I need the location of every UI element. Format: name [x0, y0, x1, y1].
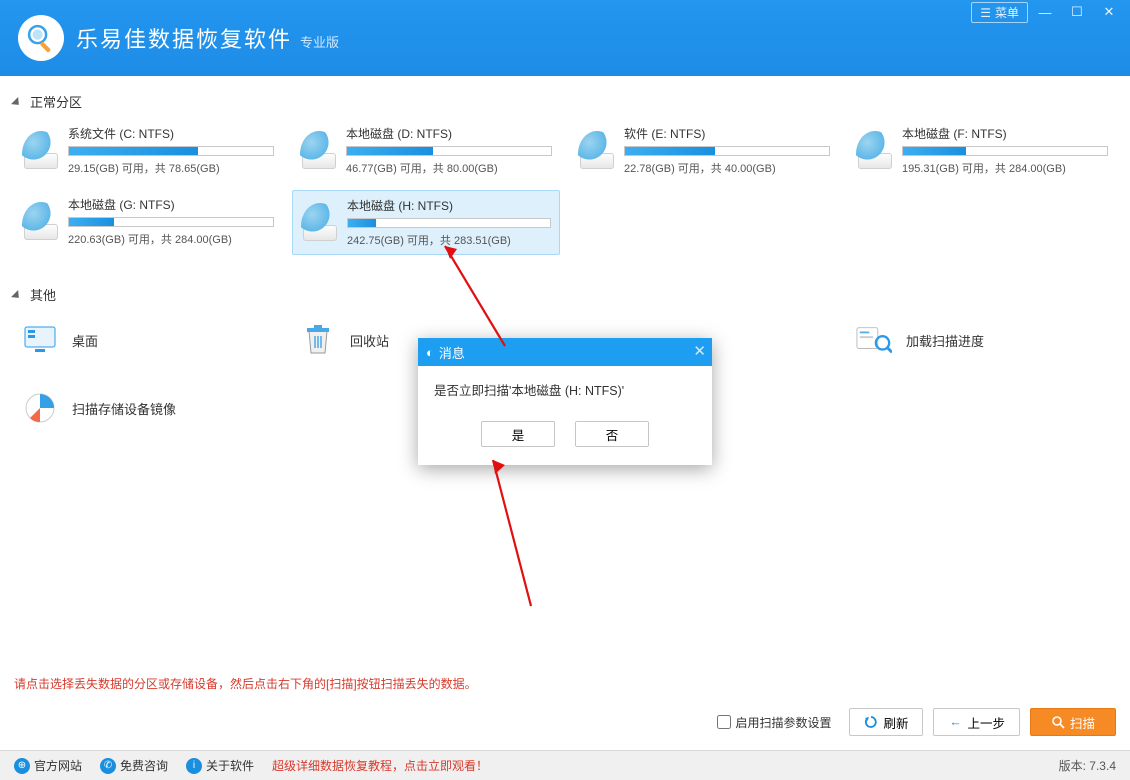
drive-stat: 220.63(GB) 可用，共 284.00(GB) — [68, 231, 274, 247]
scan-image-icon — [22, 390, 58, 426]
drive-item[interactable]: 本地磁盘 (G: NTFS) 220.63(GB) 可用，共 284.00(GB… — [14, 190, 282, 255]
chat-icon: ✆ — [100, 758, 116, 774]
drive-icon — [301, 203, 339, 241]
app-title: 乐易佳数据恢复软件 — [76, 22, 292, 54]
footer-link-consult[interactable]: ✆免费咨询 — [100, 757, 168, 774]
drive-name: 软件 (E: NTFS) — [624, 125, 830, 142]
drive-icon — [22, 202, 60, 240]
title-bar: 乐易佳数据恢复软件 专业版 ☰菜单 — ☐ ✕ — [0, 0, 1130, 76]
recycle-bin-icon — [300, 322, 336, 358]
section-header-other[interactable]: 其他 — [14, 285, 1116, 304]
button-label: 扫描 — [1070, 713, 1095, 732]
button-label: 刷新 — [883, 713, 908, 732]
info-icon: i — [186, 758, 202, 774]
bottom-action-row: 启用扫描参数设置 刷新 ← 上一步 扫描 — [14, 708, 1116, 736]
message-dialog: ◐消息 ✕ 是否立即扫描'本地磁盘 (H: NTFS)' 是 否 — [418, 338, 712, 465]
drive-grid: 系统文件 (C: NTFS) 29.15(GB) 可用，共 78.65(GB) … — [14, 119, 1116, 255]
footer-link-about[interactable]: i关于软件 — [186, 757, 254, 774]
other-item-label: 桌面 — [72, 331, 98, 350]
drive-stat: 46.77(GB) 可用，共 80.00(GB) — [346, 160, 552, 176]
other-item-desktop[interactable]: 桌面 — [14, 312, 282, 368]
dialog-title: 消息 — [439, 343, 465, 362]
dialog-close-icon[interactable]: ✕ — [693, 342, 706, 360]
maximize-button[interactable]: ☐ — [1062, 2, 1092, 22]
drive-stat: 195.31(GB) 可用，共 284.00(GB) — [902, 160, 1108, 176]
drive-usage-bar — [902, 146, 1108, 156]
footer-link-label: 超级详细数据恢复教程，点击立即观看！ — [272, 757, 488, 774]
other-item-label: 回收站 — [350, 331, 389, 350]
dialog-body: 是否立即扫描'本地磁盘 (H: NTFS)' — [418, 366, 712, 413]
drive-usage-bar — [624, 146, 830, 156]
hint-text: 请点击选择丢失数据的分区或存储设备，然后点击右下角的[扫描]按钮扫描丢失的数据。 — [14, 675, 477, 692]
drive-name: 本地磁盘 (G: NTFS) — [68, 196, 274, 213]
drive-name: 本地磁盘 (F: NTFS) — [902, 125, 1108, 142]
drive-icon — [300, 131, 338, 169]
other-item-scan-image[interactable]: 扫描存储设备镜像 — [14, 380, 282, 436]
menu-button[interactable]: ☰菜单 — [971, 2, 1028, 23]
other-item-label: 加载扫描进度 — [906, 331, 984, 350]
search-icon — [1051, 715, 1065, 729]
app-edition: 专业版 — [300, 32, 339, 51]
drive-item[interactable]: 软件 (E: NTFS) 22.78(GB) 可用，共 40.00(GB) — [570, 119, 838, 182]
drive-usage-bar — [346, 146, 552, 156]
app-logo-icon — [18, 15, 64, 61]
button-label: 上一步 — [967, 713, 1005, 732]
footer-link-tutorial[interactable]: 超级详细数据恢复教程，点击立即观看！ — [272, 757, 488, 774]
drive-item[interactable]: 本地磁盘 (D: NTFS) 46.77(GB) 可用，共 80.00(GB) — [292, 119, 560, 182]
section-label: 正常分区 — [30, 92, 82, 111]
drive-item[interactable]: 系统文件 (C: NTFS) 29.15(GB) 可用，共 78.65(GB) — [14, 119, 282, 182]
collapse-icon — [11, 97, 22, 108]
arrow-left-icon: ← — [948, 715, 962, 729]
dialog-yes-button[interactable]: 是 — [481, 421, 555, 447]
drive-usage-bar — [68, 146, 274, 156]
drive-stat: 242.75(GB) 可用，共 283.51(GB) — [347, 232, 551, 248]
collapse-icon — [11, 290, 22, 301]
menu-button-label: 菜单 — [995, 4, 1019, 21]
footer-link-label: 免费咨询 — [120, 757, 168, 774]
drive-icon — [22, 131, 60, 169]
dialog-no-button[interactable]: 否 — [575, 421, 649, 447]
footer-bar: ⊕官方网站 ✆免费咨询 i关于软件 超级详细数据恢复教程，点击立即观看！ 版本:… — [0, 750, 1130, 780]
prev-step-button[interactable]: ← 上一步 — [933, 708, 1020, 736]
drive-icon — [856, 131, 894, 169]
enable-scan-params-checkbox[interactable]: 启用扫描参数设置 — [717, 714, 831, 731]
drive-stat: 22.78(GB) 可用，共 40.00(GB) — [624, 160, 830, 176]
refresh-button[interactable]: 刷新 — [849, 708, 923, 736]
other-item-load-progress[interactable]: 加载扫描进度 — [848, 312, 1116, 368]
drive-name: 本地磁盘 (H: NTFS) — [347, 197, 551, 214]
footer-link-site[interactable]: ⊕官方网站 — [14, 757, 82, 774]
drive-name: 本地磁盘 (D: NTFS) — [346, 125, 552, 142]
drive-usage-bar — [347, 218, 551, 228]
globe-icon: ⊕ — [14, 758, 30, 774]
close-button[interactable]: ✕ — [1094, 2, 1124, 22]
drive-icon — [578, 131, 616, 169]
footer-link-label: 官方网站 — [34, 757, 82, 774]
drive-name: 系统文件 (C: NTFS) — [68, 125, 274, 142]
annotation-arrow-icon — [475, 446, 545, 616]
section-label: 其他 — [30, 285, 56, 304]
desktop-icon — [22, 322, 58, 358]
load-progress-icon — [856, 322, 892, 358]
drive-item[interactable]: 本地磁盘 (H: NTFS) 242.75(GB) 可用，共 283.51(GB… — [292, 190, 560, 255]
drive-usage-bar — [68, 217, 274, 227]
section-header-partitions[interactable]: 正常分区 — [14, 92, 1116, 111]
other-item-label: 扫描存储设备镜像 — [72, 399, 176, 418]
dialog-title-bar[interactable]: ◐消息 ✕ — [418, 338, 712, 366]
footer-link-label: 关于软件 — [206, 757, 254, 774]
main-panel: 正常分区 系统文件 (C: NTFS) 29.15(GB) 可用，共 78.65… — [0, 76, 1130, 750]
drive-stat: 29.15(GB) 可用，共 78.65(GB) — [68, 160, 274, 176]
drive-item[interactable]: 本地磁盘 (F: NTFS) 195.31(GB) 可用，共 284.00(GB… — [848, 119, 1116, 182]
version-label: 版本: 7.3.4 — [1059, 757, 1116, 774]
checkbox-label: 启用扫描参数设置 — [735, 714, 831, 731]
enable-scan-params-input[interactable] — [717, 715, 731, 729]
scan-button[interactable]: 扫描 — [1030, 708, 1116, 736]
minimize-button[interactable]: — — [1030, 2, 1060, 22]
refresh-icon — [864, 715, 878, 729]
